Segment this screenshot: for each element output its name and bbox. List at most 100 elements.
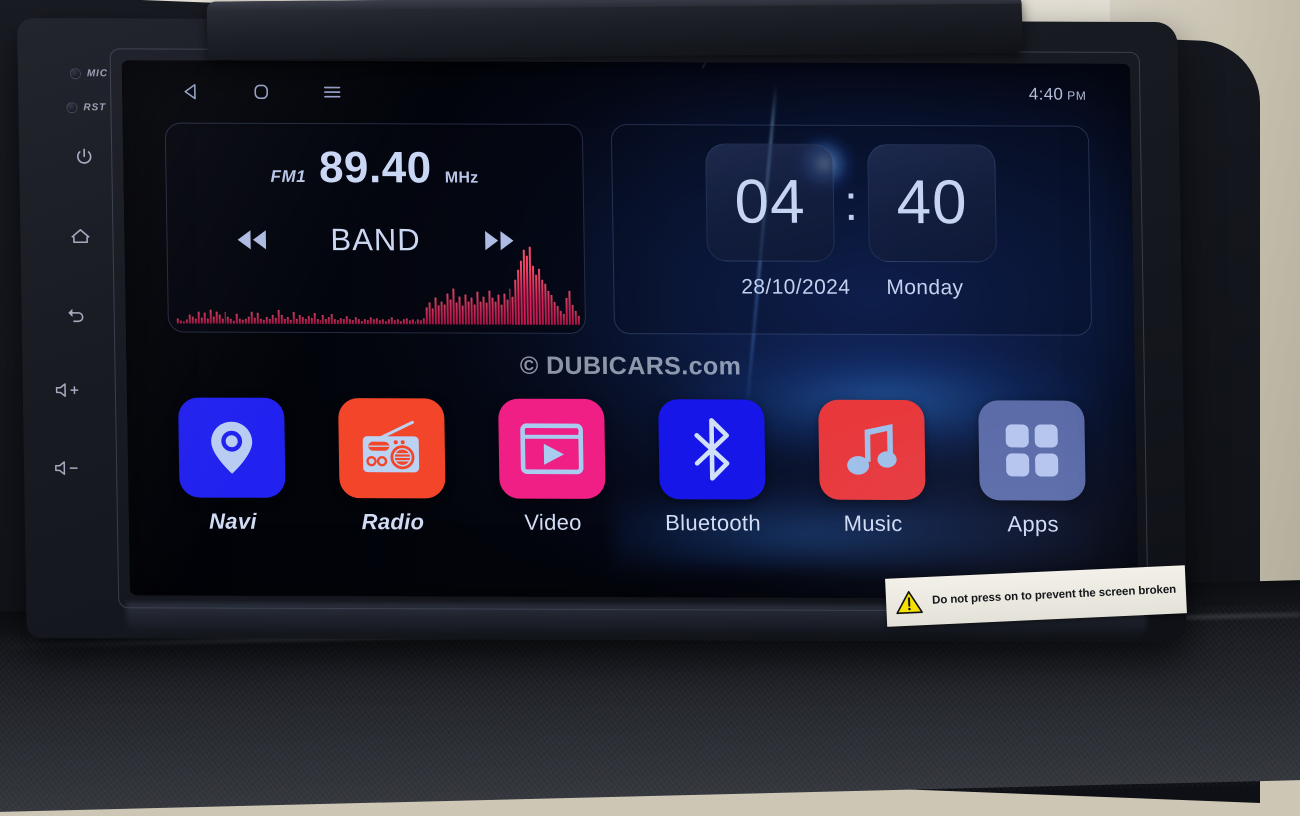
spectrum-bar [259,318,262,324]
spectrum-bar [378,320,381,325]
back-hard-button[interactable] [64,304,88,326]
spectrum-bar [455,302,458,325]
spectrum-bar [360,321,363,325]
home-hard-button[interactable] [68,226,92,248]
location-pin-icon[interactable] [178,397,286,498]
spectrum-bar [212,316,215,324]
spectrum-bar [485,302,488,325]
radio-set-icon[interactable] [338,398,446,499]
clock-date: 28/10/2024 [741,275,851,299]
clock-weekday: Monday [886,276,964,300]
spectrum-bar [553,301,556,325]
spectrum-bar [470,298,473,325]
app-label: Navi [208,508,257,534]
band-button[interactable]: BAND [330,222,421,258]
reset-pinhole-icon[interactable] [66,102,78,114]
spectrum-bar [176,318,179,324]
radio-widget[interactable]: FM1 89.40 MHz BAND [164,122,587,334]
spectrum-bar [488,290,491,325]
flip-clock: 04 : 40 [612,143,1090,263]
volume-down-button[interactable] [52,458,82,478]
app-video[interactable]: Video [481,398,623,536]
bluetooth-icon[interactable] [658,399,766,500]
spectrum-bar [334,318,337,325]
music-note-icon[interactable] [818,399,926,501]
sun-hood-lip [206,0,1022,11]
spectrum-bar [274,317,277,324]
spectrum-bar [328,317,331,325]
spectrum-bar [203,312,206,324]
power-button[interactable] [73,146,95,168]
spectrum-bar [197,311,200,324]
spectrum-bar [340,317,343,325]
spectrum-bar [337,320,340,325]
power-icon[interactable] [73,146,95,168]
spectrum-bar [393,320,396,325]
spectrum-bar [283,318,286,324]
home-outline-icon[interactable] [68,226,92,248]
app-bluetooth[interactable]: Bluetooth [641,399,783,536]
back-triangle-icon[interactable] [180,81,202,103]
navigation-bar [180,81,344,104]
app-navi[interactable]: Navi [161,397,303,534]
status-bar: 4:40 PM [122,60,1131,126]
microphone-hole-icon [69,68,81,80]
spectrum-bar [428,302,432,325]
spectrum-bar [497,295,500,325]
spectrum-bar [262,319,265,324]
reset-button[interactable]: RST [66,102,106,113]
spectrum-bar [185,319,188,324]
spectrum-bar [369,317,372,325]
app-label: Music [843,510,903,537]
spectrum-bar [550,295,553,325]
spectrum-bar [268,319,271,324]
spectrum-bar [295,318,298,324]
spectrum-bar [372,319,375,325]
spectrum-bar [194,318,197,324]
spectrum-bar [506,299,509,325]
volume-up-icon[interactable] [53,380,83,400]
hardware-button-column: MIC RST [52,54,153,599]
clock-widget[interactable]: 04 : 40 28/10/2024 Monday [610,124,1093,336]
clock-minutes: 40 [895,168,969,238]
spectrum-bar [316,318,319,325]
radio-controls: BAND [167,222,584,259]
hamburger-menu-icon[interactable] [320,81,344,103]
spectrum-bar [236,313,239,324]
app-music[interactable]: Music [801,399,943,537]
spectrum-bar [280,314,283,324]
spectrum-bar [357,319,360,325]
spectrum-bar [188,314,191,324]
spectrum-bar [224,311,227,324]
spectrum-bar [577,315,580,325]
spectrum-bar [437,305,441,325]
home-square-icon[interactable] [250,81,272,103]
spectrum-bar [348,318,352,325]
volume-up-button[interactable] [53,380,83,400]
spectrum-bar [464,294,467,325]
warning-triangle-icon [895,589,924,615]
spectrum-bar [253,317,257,324]
spectrum-bar [289,320,292,324]
app-apps[interactable]: Apps [961,400,1103,537]
app-radio[interactable]: Radio [321,398,463,535]
rst-label: RST [83,102,107,114]
mic-label: MIC [86,68,109,80]
spectrum-bar [508,288,512,325]
spectrum-bar [431,308,435,325]
radio-frequency-value: 89.40 [318,143,432,193]
spectrum-bar [319,320,322,325]
spectrum-bar [375,317,378,325]
spectrum-bar [304,319,307,324]
spectrum-bar [209,309,212,324]
rewind-icon[interactable] [228,226,274,254]
spectrum-bar [354,317,357,325]
fast-forward-icon[interactable] [476,227,522,255]
spectrum-bar [399,321,402,325]
video-player-icon[interactable] [498,398,606,499]
volume-down-icon[interactable] [52,458,82,478]
spectrum-bar [402,319,405,325]
touchscreen-display[interactable]: 4:40 PM FM1 89.40 MHz BAND 04: 40 28/10… [121,60,1139,599]
back-arrow-icon[interactable] [64,304,88,326]
app-grid-icon[interactable] [978,400,1086,501]
